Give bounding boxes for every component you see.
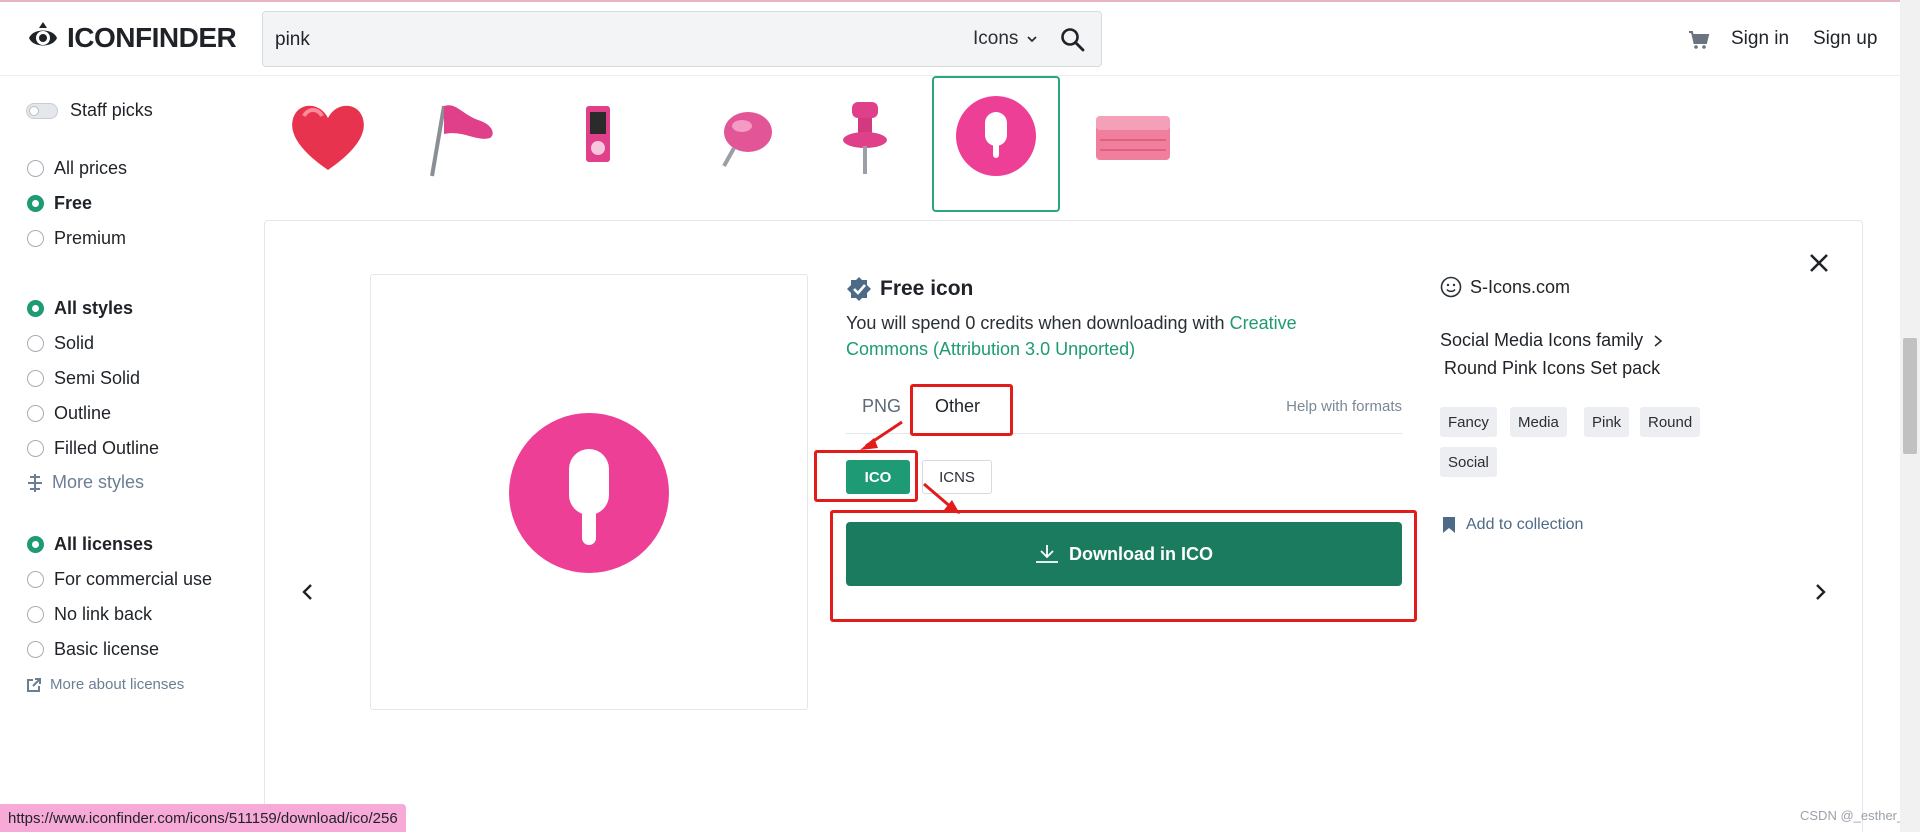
radio-icon	[27, 230, 44, 247]
annotation-arrows	[860, 420, 960, 514]
family-label: Social Media Icons family	[1440, 330, 1644, 350]
icon-preview-box	[370, 274, 808, 710]
pink-stack-icon[interactable]	[1086, 90, 1178, 182]
chevron-right-small-icon	[1654, 334, 1663, 347]
logo[interactable]: ICONFINDER	[25, 20, 237, 56]
search-icon[interactable]	[1059, 26, 1087, 54]
option-label: All licenses	[54, 534, 154, 554]
add-to-collection-button[interactable]: Add to collection	[1442, 516, 1583, 534]
staff-picks-label: Staff picks	[70, 100, 153, 120]
more-licenses-label: More about licenses	[50, 676, 185, 693]
search-type-dropdown[interactable]: Icons	[973, 28, 1038, 50]
search-bar: Icons	[262, 11, 1102, 67]
bookmark-icon	[1443, 517, 1455, 533]
radio-icon	[27, 370, 44, 387]
more-licenses-link[interactable]: More about licenses	[26, 676, 184, 693]
tag-fancy[interactable]: Fancy	[1440, 407, 1497, 437]
price-option-free[interactable]: Free	[27, 193, 92, 214]
search-type-label: Icons	[973, 28, 1019, 49]
flag-icon[interactable]	[414, 90, 506, 182]
chevron-down-icon	[1027, 36, 1038, 43]
staff-picks-toggle[interactable]: Staff picks	[26, 100, 153, 121]
tag-social[interactable]: Social	[1440, 447, 1497, 477]
radio-selected-icon	[27, 300, 44, 317]
chevron-right-icon[interactable]	[1810, 582, 1830, 602]
sign-up-link[interactable]: Sign up	[1813, 28, 1877, 50]
author-link[interactable]: S-Icons.com	[1440, 276, 1570, 298]
option-label: Semi Solid	[54, 368, 141, 388]
sign-in-link[interactable]: Sign in	[1731, 28, 1789, 50]
add-to-collection-label: Add to collection	[1466, 516, 1584, 533]
option-label: Basic license	[54, 639, 160, 659]
radio-icon	[27, 606, 44, 623]
credits-text: You will spend 0 credits when downloadin…	[846, 313, 1225, 333]
credits-notice: You will spend 0 credits when downloadin…	[846, 310, 1346, 362]
toggle-track	[26, 102, 58, 119]
icon-family-link[interactable]: Social Media Icons family	[1440, 330, 1663, 351]
watermark: CSDN @_esther_	[1800, 808, 1905, 823]
external-link-icon	[27, 677, 41, 692]
site-header: ICONFINDER Icons Sign in Sign up	[0, 2, 1900, 76]
annotation-box-download	[830, 510, 1417, 622]
radio-icon	[27, 160, 44, 177]
radio-selected-icon	[27, 536, 44, 553]
style-option-semi-solid[interactable]: Semi Solid	[27, 368, 140, 389]
radio-icon	[27, 641, 44, 658]
license-option-commercial[interactable]: For commercial use	[27, 569, 212, 590]
option-label: All styles	[54, 298, 134, 318]
option-label: For commercial use	[54, 569, 213, 589]
license-option-no-link-back[interactable]: No link back	[27, 604, 152, 625]
popsicle-preview-icon	[509, 413, 669, 573]
thumbtack-icon[interactable]	[820, 90, 912, 182]
style-option-filled-outline[interactable]: Filled Outline	[27, 438, 159, 459]
option-label: Outline	[54, 403, 112, 423]
tag-media[interactable]: Media	[1510, 407, 1567, 437]
price-option-all[interactable]: All prices	[27, 158, 127, 179]
license-option-basic[interactable]: Basic license	[27, 639, 159, 660]
sliders-icon	[28, 473, 42, 492]
chevron-left-icon[interactable]	[298, 582, 318, 602]
logo-eye-icon	[29, 22, 57, 46]
option-label: No link back	[54, 604, 153, 624]
logo-text: ICONFINDER	[67, 22, 237, 53]
icon-set-link[interactable]: Round Pink Icons Set pack	[1444, 358, 1660, 379]
author-name: S-Icons.com	[1470, 276, 1571, 297]
more-styles-label: More styles	[52, 472, 145, 492]
smiley-icon	[1440, 276, 1462, 298]
option-label: Filled Outline	[54, 438, 160, 458]
license-option-all[interactable]: All licenses	[27, 534, 153, 555]
option-label: Premium	[54, 228, 127, 248]
free-icon-label: Free icon	[880, 277, 974, 300]
help-with-formats-link[interactable]: Help with formats	[1286, 398, 1402, 415]
close-icon[interactable]	[1808, 252, 1830, 274]
radio-icon	[27, 571, 44, 588]
option-label: All prices	[54, 158, 128, 178]
status-url-bar: https://www.iconfinder.com/icons/511159/…	[0, 804, 406, 832]
option-label: Solid	[54, 333, 95, 353]
price-option-premium[interactable]: Premium	[27, 228, 126, 249]
music-player-icon[interactable]	[552, 90, 644, 182]
radio-selected-icon	[27, 195, 44, 212]
option-label: Free	[54, 193, 93, 213]
radio-icon	[27, 440, 44, 457]
style-option-all[interactable]: All styles	[27, 298, 133, 319]
radio-icon	[27, 405, 44, 422]
filter-sidebar: Staff picks All prices Free Premium All …	[0, 76, 262, 816]
free-icon-heading: Free icon	[846, 276, 973, 302]
search-input[interactable]	[275, 26, 875, 54]
pushpin-round-icon[interactable]	[700, 90, 792, 182]
tag-pink[interactable]: Pink	[1584, 407, 1630, 437]
scrollbar-thumb[interactable]	[1903, 338, 1917, 454]
more-styles-link[interactable]: More styles	[26, 472, 144, 493]
cart-icon[interactable]	[1688, 30, 1710, 50]
tag-round[interactable]: Round	[1640, 407, 1701, 437]
radio-icon	[27, 335, 44, 352]
style-option-outline[interactable]: Outline	[27, 403, 111, 424]
popsicle-icon[interactable]	[950, 90, 1042, 182]
verified-badge-icon	[847, 277, 871, 301]
style-option-solid[interactable]: Solid	[27, 333, 94, 354]
heart-icon[interactable]	[282, 90, 374, 182]
